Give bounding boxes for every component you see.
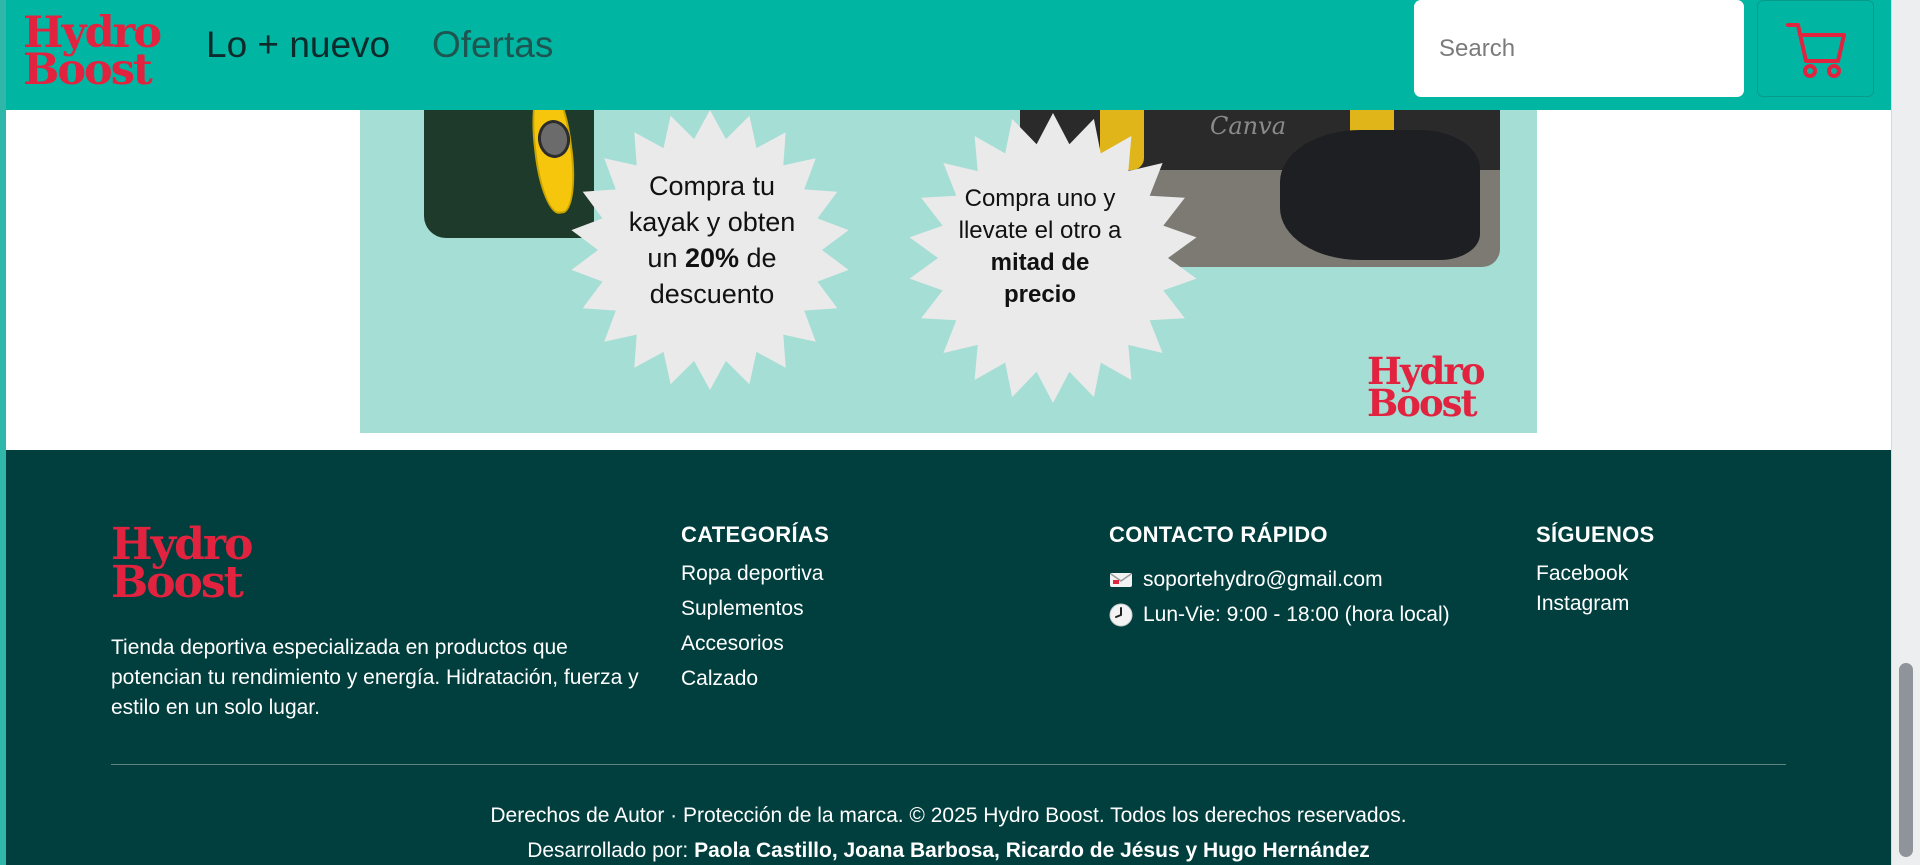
banner-logo: Hydro Boost: [1367, 349, 1486, 425]
category-link-suplementos[interactable]: Suplementos: [681, 597, 804, 620]
promo-dive-text: Compra uno y llevate el otro a mitad de …: [958, 185, 1122, 308]
nav-link-new[interactable]: Lo + nuevo: [206, 24, 390, 66]
categories-list: Ropa deportiva Suplementos Accesorios Ca…: [681, 562, 823, 702]
envelope-icon: [1110, 572, 1132, 587]
cart-button[interactable]: [1757, 0, 1874, 97]
footer-logo[interactable]: Hydro Boost: [111, 523, 253, 605]
categories-heading: CATEGORÍAS: [681, 522, 830, 547]
contact-hours: Lun-Vie: 9:00 - 18:00 (hora local): [1143, 602, 1450, 626]
header-logo[interactable]: Hydro Boost: [23, 12, 162, 92]
developers-credit: Desarrollado por: Paola Castillo, Joana …: [527, 839, 1370, 862]
photo-watermark: Canva: [1210, 112, 1286, 140]
site-footer: Hydro Boost Tienda deportiva especializa…: [6, 450, 1891, 865]
footer-divider: [111, 764, 1786, 765]
contact-list: soportehydro@gmail.com Lun-Vie: 9:00 - 1…: [1109, 562, 1450, 632]
promo-kayak-text: Compra tu kayak y obten un 20% de descue…: [628, 171, 796, 309]
contact-heading: CONTACTO RÁPIDO: [1109, 522, 1328, 547]
search-input[interactable]: [1414, 0, 1744, 97]
scrollbar-thumb[interactable]: [1899, 663, 1913, 857]
kayak-photo: [424, 110, 594, 238]
contact-email-link[interactable]: soportehydro@gmail.com: [1143, 568, 1383, 592]
footer-description: Tienda deportiva especializada en produc…: [111, 636, 639, 719]
social-list: Facebook Instagram: [1536, 562, 1629, 622]
site-header: Hydro Boost Lo + nuevo Ofertas: [6, 0, 1891, 110]
copyright-text: Derechos de Autor · Protección de la mar…: [490, 804, 1407, 827]
social-heading: SÍGUENOS: [1536, 522, 1655, 547]
nav-link-offers[interactable]: Ofertas: [432, 24, 553, 66]
category-link-calzado[interactable]: Calzado: [681, 667, 758, 690]
social-link-facebook[interactable]: Facebook: [1536, 562, 1628, 585]
category-link-accesorios[interactable]: Accesorios: [681, 632, 784, 655]
wetsuit-shape: [1280, 130, 1480, 260]
developer-names: Paola Castillo, Joana Barbosa, Ricardo d…: [694, 839, 1370, 862]
promo-banner[interactable]: Canva Compra tu kayak y obten un 20% de …: [360, 110, 1537, 433]
category-link-ropa[interactable]: Ropa deportiva: [681, 562, 823, 585]
vertical-scrollbar[interactable]: [1891, 0, 1920, 865]
social-link-instagram[interactable]: Instagram: [1536, 592, 1629, 615]
shopping-cart-icon: [1785, 22, 1846, 78]
clock-icon: [1109, 603, 1133, 626]
